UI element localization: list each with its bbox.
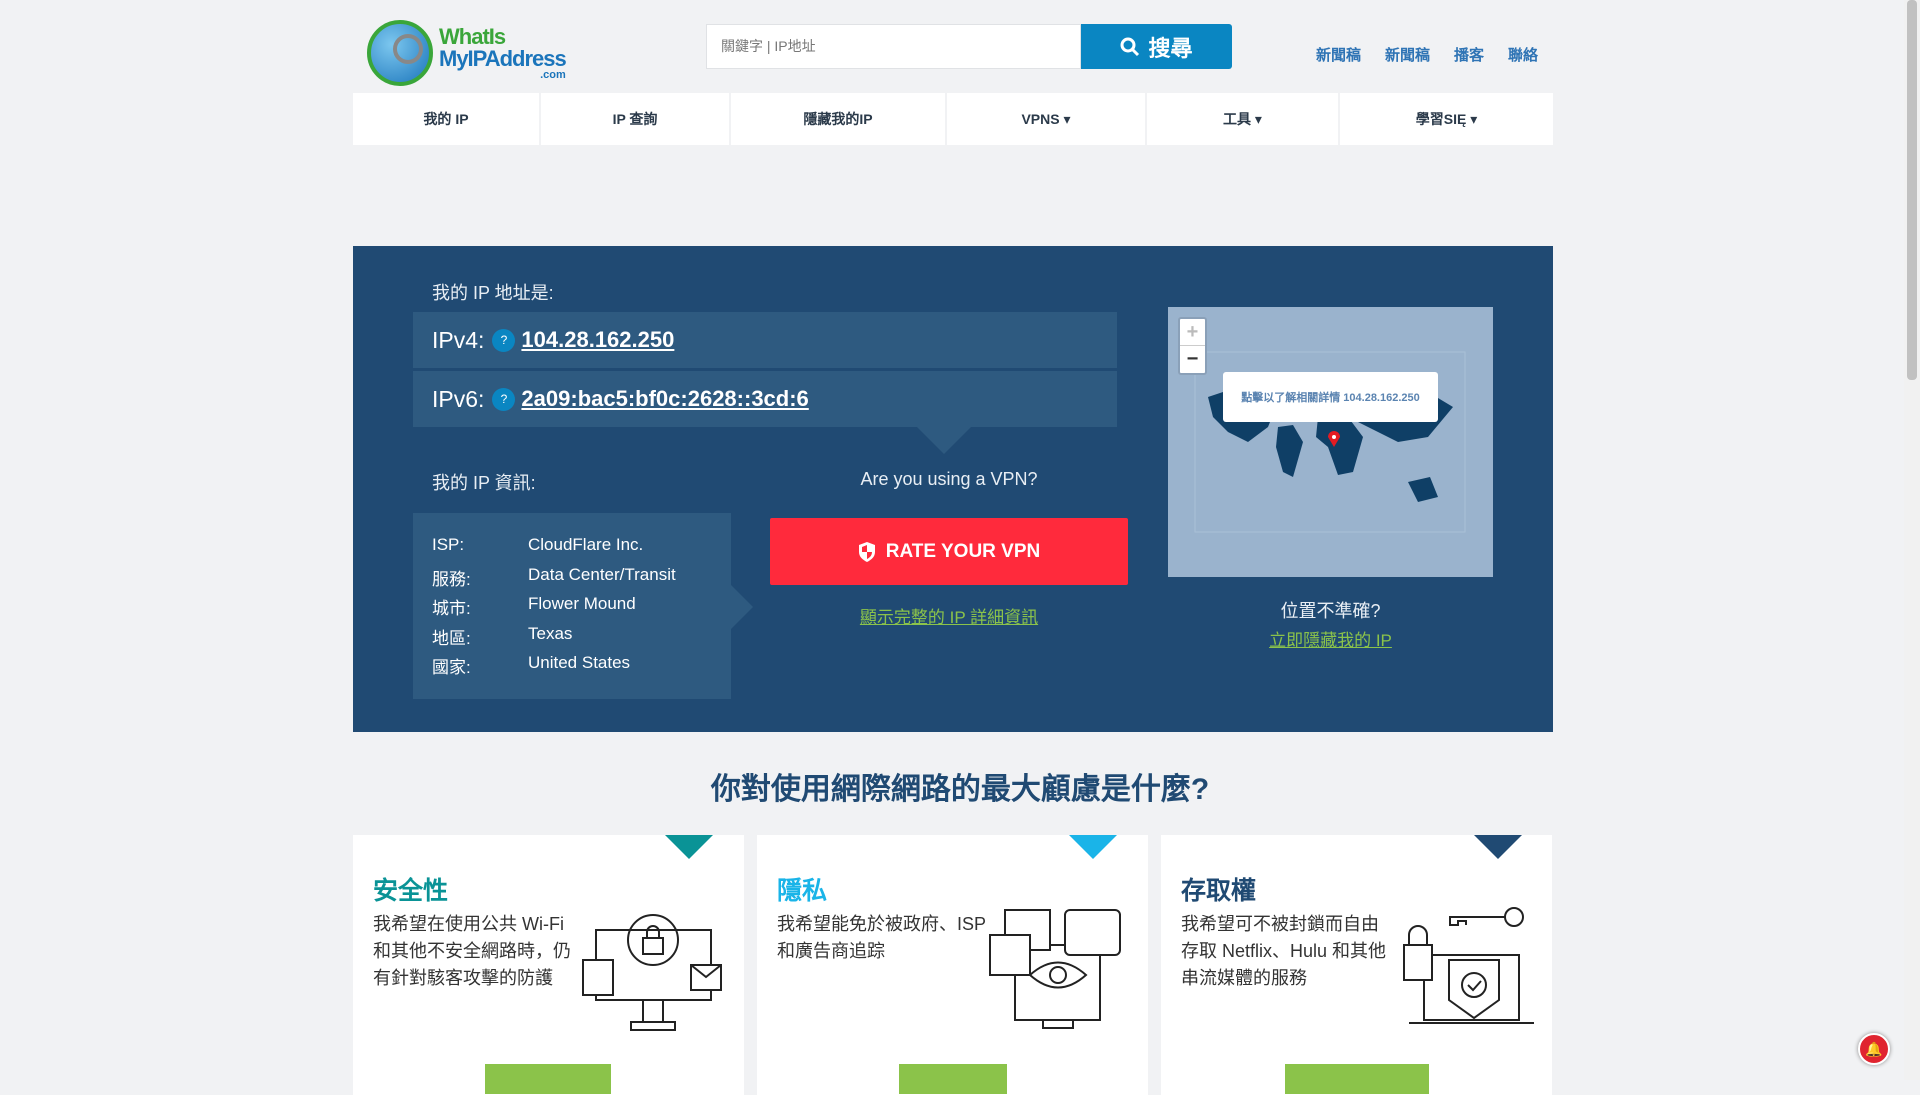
- card-access: 存取權 我希望可不被封鎖而自由存取 Netflix、Hulu 和其他串流媒體的服…: [1161, 835, 1552, 1095]
- top-link-podcast[interactable]: 播客: [1454, 44, 1484, 65]
- search-button-label: 搜尋: [1148, 35, 1193, 61]
- ip-info-title: 我的 IP 資訊:: [432, 473, 536, 493]
- logo-text: MyIPAddress: [439, 46, 567, 71]
- info-value: Flower Mound: [528, 594, 636, 613]
- nav-hide-ip[interactable]: 隱藏我的IP: [731, 93, 947, 145]
- map-zoom-control: + −: [1178, 317, 1207, 375]
- info-value: United States: [528, 653, 631, 672]
- ip-info-box: ISP: CloudFlare Inc. 服務: Data Center/Trans…: [413, 513, 731, 699]
- pointer-arrow: [917, 427, 971, 454]
- security-cta-button[interactable]: [485, 1064, 611, 1094]
- search-input[interactable]: 關鍵字 | IP地址: [706, 24, 1081, 69]
- card-text: 我希望能免於被政府、ISP 和廣告商追踪: [777, 914, 986, 961]
- privacy-eye-illustration: [989, 909, 1121, 1029]
- ip-panel: 我的 IP 地址是: IPv4: ? 104.28.162.250 IPv6: …: [353, 246, 1553, 732]
- ipv4-row: IPv4: ? 104.28.162.250: [413, 312, 1117, 368]
- scrollbar-thumb[interactable]: [1907, 0, 1917, 380]
- zoom-in-button[interactable]: +: [1180, 319, 1205, 346]
- world-map: [1194, 351, 1466, 533]
- nav-ip-lookup[interactable]: IP 查詢: [541, 93, 731, 145]
- privacy-cta-button[interactable]: [899, 1064, 1007, 1094]
- full-details-link[interactable]: 顯示完整的 IP 詳細資訊: [770, 603, 1128, 628]
- top-link-contact[interactable]: 聯絡: [1508, 44, 1538, 65]
- info-key: 城市:: [432, 599, 471, 618]
- security-lock-illustration: [582, 914, 722, 1031]
- logo-text: WhatIs: [439, 24, 506, 49]
- card-privacy: 隱私 我希望能免於被政府、ISP 和廣告商追踪: [757, 835, 1148, 1095]
- card-title: 安全性: [373, 877, 449, 905]
- card-text: 我希望在使用公共 Wi-Fi 和其他不安全網路時，仍有針對駭客攻擊的防護: [373, 914, 571, 988]
- info-arrow: [731, 585, 753, 629]
- info-value: Data Center/Transit: [528, 564, 676, 584]
- logo-text: .com: [540, 69, 566, 81]
- card-text: 我希望可不被封鎖而自由存取 Netflix、Hulu 和其他串流媒體的服務: [1181, 914, 1387, 988]
- search-button[interactable]: 搜尋: [1081, 24, 1232, 69]
- location-map[interactable]: + − 點擊以了解相關詳情 104.28.162.250: [1168, 307, 1493, 577]
- info-row: 地區: Texas: [432, 624, 731, 654]
- info-key: 國家:: [432, 658, 471, 677]
- card-security: 安全性 我希望在使用公共 Wi-Fi 和其他不安全網路時，仍有針對駭客攻擊的防護: [353, 835, 744, 1095]
- nav-learn[interactable]: 學習SIĘ ▾: [1340, 93, 1553, 145]
- top-link-press[interactable]: 新聞稿: [1316, 44, 1361, 65]
- card-marker: [665, 835, 713, 859]
- card-marker: [1069, 835, 1117, 859]
- info-value: Texas: [528, 623, 573, 643]
- info-row: ISP: CloudFlare Inc.: [432, 535, 731, 565]
- info-row: 服務: Data Center/Transit: [432, 565, 731, 595]
- site-logo[interactable]: WhatIs MyIPAddress .com: [367, 16, 577, 90]
- hide-ip-link[interactable]: 立即隱藏我的 IP: [1168, 626, 1493, 651]
- help-icon[interactable]: ?: [492, 328, 516, 352]
- ipv4-value[interactable]: 104.28.162.250: [521, 327, 674, 353]
- page-scrollbar[interactable]: [1904, 0, 1920, 1080]
- main-nav: 我的 IP IP 查詢 隱藏我的IP VPNS ▾ 工具 ▾ 學習SIĘ ▾: [353, 93, 1553, 145]
- nav-my-ip[interactable]: 我的 IP: [353, 93, 541, 145]
- top-link-press-2[interactable]: 新聞稿: [1385, 44, 1430, 65]
- zoom-out-button[interactable]: −: [1180, 346, 1205, 373]
- help-icon[interactable]: ?: [492, 387, 516, 411]
- nav-vpns[interactable]: VPNS ▾: [947, 93, 1147, 145]
- info-key: ISP:: [432, 535, 465, 554]
- card-title: 隱私: [777, 877, 828, 905]
- access-key-illustration: [1403, 907, 1534, 1024]
- rate-vpn-button[interactable]: RATE YOUR VPN: [770, 518, 1128, 585]
- ip-address-title: 我的 IP 地址是:: [432, 283, 554, 303]
- ipv4-label: IPv4:: [432, 326, 485, 353]
- ipv6-value[interactable]: 2a09:bac5:bf0c:2628::3cd:6: [521, 386, 808, 412]
- shield-icon: [858, 541, 875, 562]
- inaccurate-label: 位置不準確?: [1280, 601, 1381, 621]
- card-title: 存取權: [1181, 877, 1257, 905]
- notification-bell-icon[interactable]: 🔔: [1858, 1033, 1890, 1065]
- ipv6-label: IPv6:: [432, 385, 485, 412]
- access-cta-button[interactable]: [1285, 1064, 1429, 1094]
- vpn-question: Are you using a VPN?: [860, 469, 1038, 489]
- ipv6-row: IPv6: ? 2a09:bac5:bf0c:2628::3cd:6: [413, 371, 1117, 427]
- info-key: 地區:: [432, 628, 471, 648]
- info-row: 國家: United States: [432, 653, 731, 683]
- map-popup[interactable]: 點擊以了解相關詳情 104.28.162.250: [1223, 372, 1438, 422]
- card-marker: [1474, 835, 1522, 859]
- concerns-heading: 你對使用網際網路的最大顧慮是什麼?: [710, 773, 1210, 806]
- rate-vpn-label: RATE YOUR VPN: [885, 540, 1041, 562]
- globe-logo-icon: [367, 20, 433, 86]
- info-value: CloudFlare Inc.: [528, 535, 644, 554]
- nav-tools[interactable]: 工具 ▾: [1147, 93, 1340, 145]
- top-links: 新聞稿 新聞稿 播客 聯絡: [1316, 44, 1538, 65]
- info-row: 城市: Flower Mound: [432, 594, 731, 624]
- search-icon: [1120, 37, 1140, 56]
- info-key: 服務:: [432, 569, 471, 589]
